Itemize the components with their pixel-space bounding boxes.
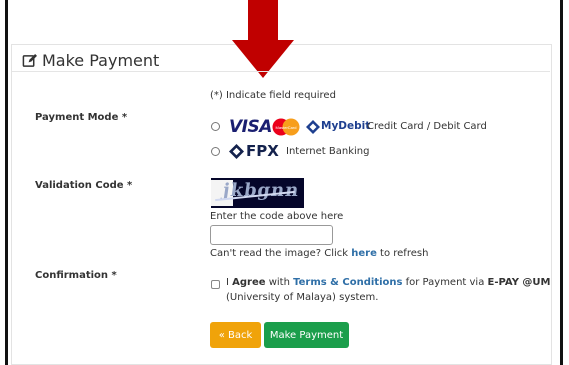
mydebit-icon bbox=[306, 120, 320, 134]
mastercard-text: MasterCard bbox=[276, 125, 297, 130]
captcha-image: jkbgnn bbox=[211, 178, 304, 208]
card-radio[interactable] bbox=[211, 122, 220, 131]
agree-for: for Payment via bbox=[402, 277, 488, 288]
panel-title: Make Payment bbox=[42, 50, 160, 70]
panel-header: Make Payment bbox=[22, 47, 159, 73]
make-payment-button[interactable]: Make Payment bbox=[264, 322, 349, 348]
agree-bold: Agree bbox=[232, 277, 266, 288]
refresh-suffix: to refresh bbox=[376, 248, 429, 259]
refresh-link[interactable]: here bbox=[351, 248, 377, 259]
agree-checkbox[interactable] bbox=[211, 280, 220, 289]
enter-code-hint: Enter the code above here bbox=[210, 211, 344, 222]
header-divider bbox=[12, 71, 550, 72]
fpx-radio[interactable] bbox=[211, 147, 220, 156]
mydebit-logo: MyDebit bbox=[321, 120, 371, 132]
validation-code-label: Validation Code * bbox=[35, 180, 133, 191]
payment-mode-label: Payment Mode * bbox=[35, 112, 128, 123]
agree-text-line2: (University of Malaya) system. bbox=[226, 292, 379, 303]
agree-text: I Agree with Terms & Conditions for Paym… bbox=[226, 277, 551, 288]
terms-link[interactable]: Terms & Conditions bbox=[293, 277, 402, 288]
mastercard-logo: MasterCard bbox=[272, 118, 300, 136]
down-arrow-icon bbox=[232, 0, 294, 78]
refresh-text: Can't read the image? Click here to refr… bbox=[210, 248, 428, 259]
fpx-icon bbox=[229, 144, 244, 159]
fpx-logo: FPX bbox=[246, 142, 279, 160]
required-note: (*) Indicate field required bbox=[210, 90, 336, 101]
agree-with: with bbox=[265, 277, 294, 288]
epay-bold: E-PAY @UM bbox=[487, 277, 551, 288]
fpx-option-label: Internet Banking bbox=[286, 146, 370, 157]
refresh-prefix: Can't read the image? Click bbox=[210, 248, 352, 259]
confirmation-label: Confirmation * bbox=[35, 270, 117, 281]
edit-icon bbox=[22, 53, 37, 67]
back-button[interactable]: « Back bbox=[210, 322, 261, 348]
card-option-label: Credit Card / Debit Card bbox=[367, 121, 487, 132]
visa-logo: VISA bbox=[229, 117, 272, 137]
validation-code-input[interactable] bbox=[210, 225, 333, 245]
